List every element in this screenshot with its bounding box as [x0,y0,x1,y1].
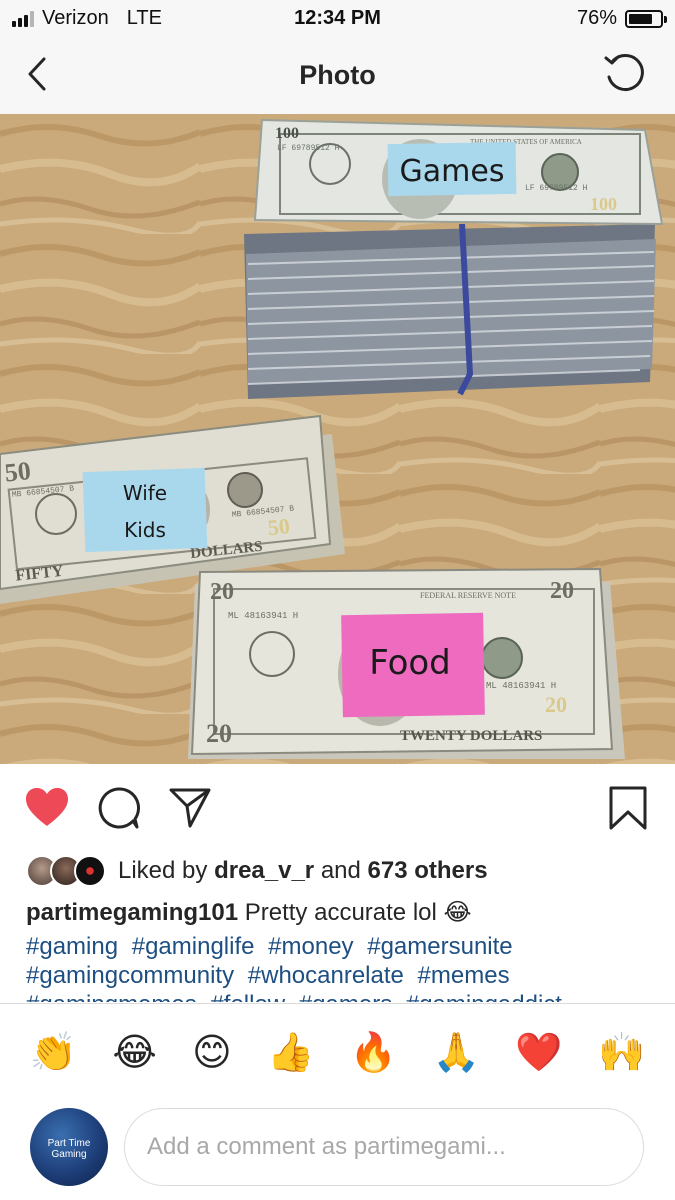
bill-denomination: 50 [266,513,290,540]
hashtag-link[interactable]: #gamingmemes [26,991,197,1002]
hashtag-link[interactable]: #follow [210,991,285,1002]
likes-summary: Liked by drea_v_r and 673 others [118,857,488,885]
emoji-button[interactable]: 😊 [192,1033,232,1071]
emoji-button[interactable]: 🙌 [598,1033,645,1071]
bill-denomination: 100 [590,194,617,214]
status-bar: Verizon LTE 12:34 PM 76% [0,0,675,38]
likes-prefix: Liked by [118,857,208,884]
twenty-dollar-stack: 20 20 20 20 ML 48163941 H ML 48163941 H … [188,567,625,759]
status-right: 76% [576,7,667,30]
send-icon [169,788,211,828]
battery-icon [625,9,667,28]
emoji-button[interactable]: 🙏 [433,1033,480,1071]
hashtag-link[interactable]: #gaminglife [132,933,255,960]
bill-denomination: 50 [3,456,32,488]
comment-row: Part Time Gaming [0,1100,675,1200]
caption-username[interactable]: partimegaming101 [26,899,238,926]
caption: partimegaming101 Pretty accurate lol 😂 [26,898,656,927]
likes-and: and [320,857,361,884]
bill-denomination: 20 [206,719,232,748]
hundred-dollar-stack: 100 100 LF 69789512 H LF 69789512 H THE … [244,118,664,399]
liker-username[interactable]: drea_v_r [214,857,314,884]
hashtag-list: #gaming #gaminglife #money #gamersunite … [26,932,656,1002]
avatar-label: Part Time Gaming [47,1138,91,1160]
caption-text: Pretty accurate lol [244,899,437,926]
likes-count[interactable]: 673 others [368,857,488,884]
hashtag-link[interactable]: #money [268,933,353,960]
money-stacks-photo: 100 100 LF 69789512 H LF 69789512 H THE … [0,114,675,764]
bill-serial: LF 69789512 H [277,144,340,153]
bill-serial: ML 48163941 H [486,681,556,691]
emoji-button[interactable]: 🔥 [350,1033,397,1071]
liker-avatars [26,854,108,888]
battery-fill [629,13,652,24]
emoji-button[interactable]: 👏 [30,1033,77,1071]
bill-text: FEDERAL RESERVE NOTE [420,591,516,600]
refresh-icon [604,54,644,91]
bill-denomination: 100 [275,125,299,142]
sticker-wife-label: Wife [123,481,167,505]
nav-bar: Photo [0,38,675,114]
hashtag-link[interactable]: #gamers [299,991,392,1002]
bill-text: TWENTY DOLLARS [400,728,542,744]
battery-percent: 76% [576,7,617,29]
action-row [0,764,675,852]
status-time: 12:34 PM [294,7,381,29]
emoji-quick-bar: 👏 😂 😊 👍 🔥 🙏 ❤️ 🙌 [0,1003,675,1099]
like-button[interactable] [24,786,70,833]
bill-denomination: 20 [550,578,574,604]
bill-denomination: 20 [210,579,234,605]
comment-input[interactable] [124,1108,644,1186]
comment-button[interactable] [97,786,141,835]
hashtag-link[interactable]: #gaming [26,933,118,960]
emoji-button[interactable]: 😂 [112,1033,156,1071]
avatar: Part Time Gaming [30,1108,108,1186]
bill-denomination: 20 [545,692,567,717]
caption-emoji: 😂 [443,899,472,926]
hashtag-link[interactable]: #gamingaddict [406,991,562,1002]
hashtag-link[interactable]: #gamersunite [367,933,512,960]
sticker-food-label: Food [369,643,451,683]
sticker-games-label: Games [400,154,505,189]
bill-serial: LF 69789512 H [525,184,588,193]
heart-icon [26,788,68,826]
comment-icon [98,787,140,829]
likes-row[interactable]: Liked by drea_v_r and 673 others [26,852,488,890]
hashtag-link[interactable]: #gamingcommunity [26,962,234,989]
bill-serial: ML 48163941 H [228,611,298,621]
save-button[interactable] [608,786,648,835]
bookmark-icon [609,786,647,830]
share-button[interactable] [168,786,212,833]
page-title: Photo [299,60,376,90]
hashtag-link[interactable]: #memes [418,962,510,989]
emoji-button[interactable]: ❤️ [515,1033,562,1071]
refresh-button[interactable] [601,52,649,100]
emoji-button[interactable]: 👍 [267,1033,314,1071]
post-photo[interactable]: 100 100 LF 69789512 H LF 69789512 H THE … [0,114,675,764]
sticker-kids-label: Kids [124,518,166,542]
hashtag-link[interactable]: #whocanrelate [248,962,404,989]
avatar [74,855,106,887]
